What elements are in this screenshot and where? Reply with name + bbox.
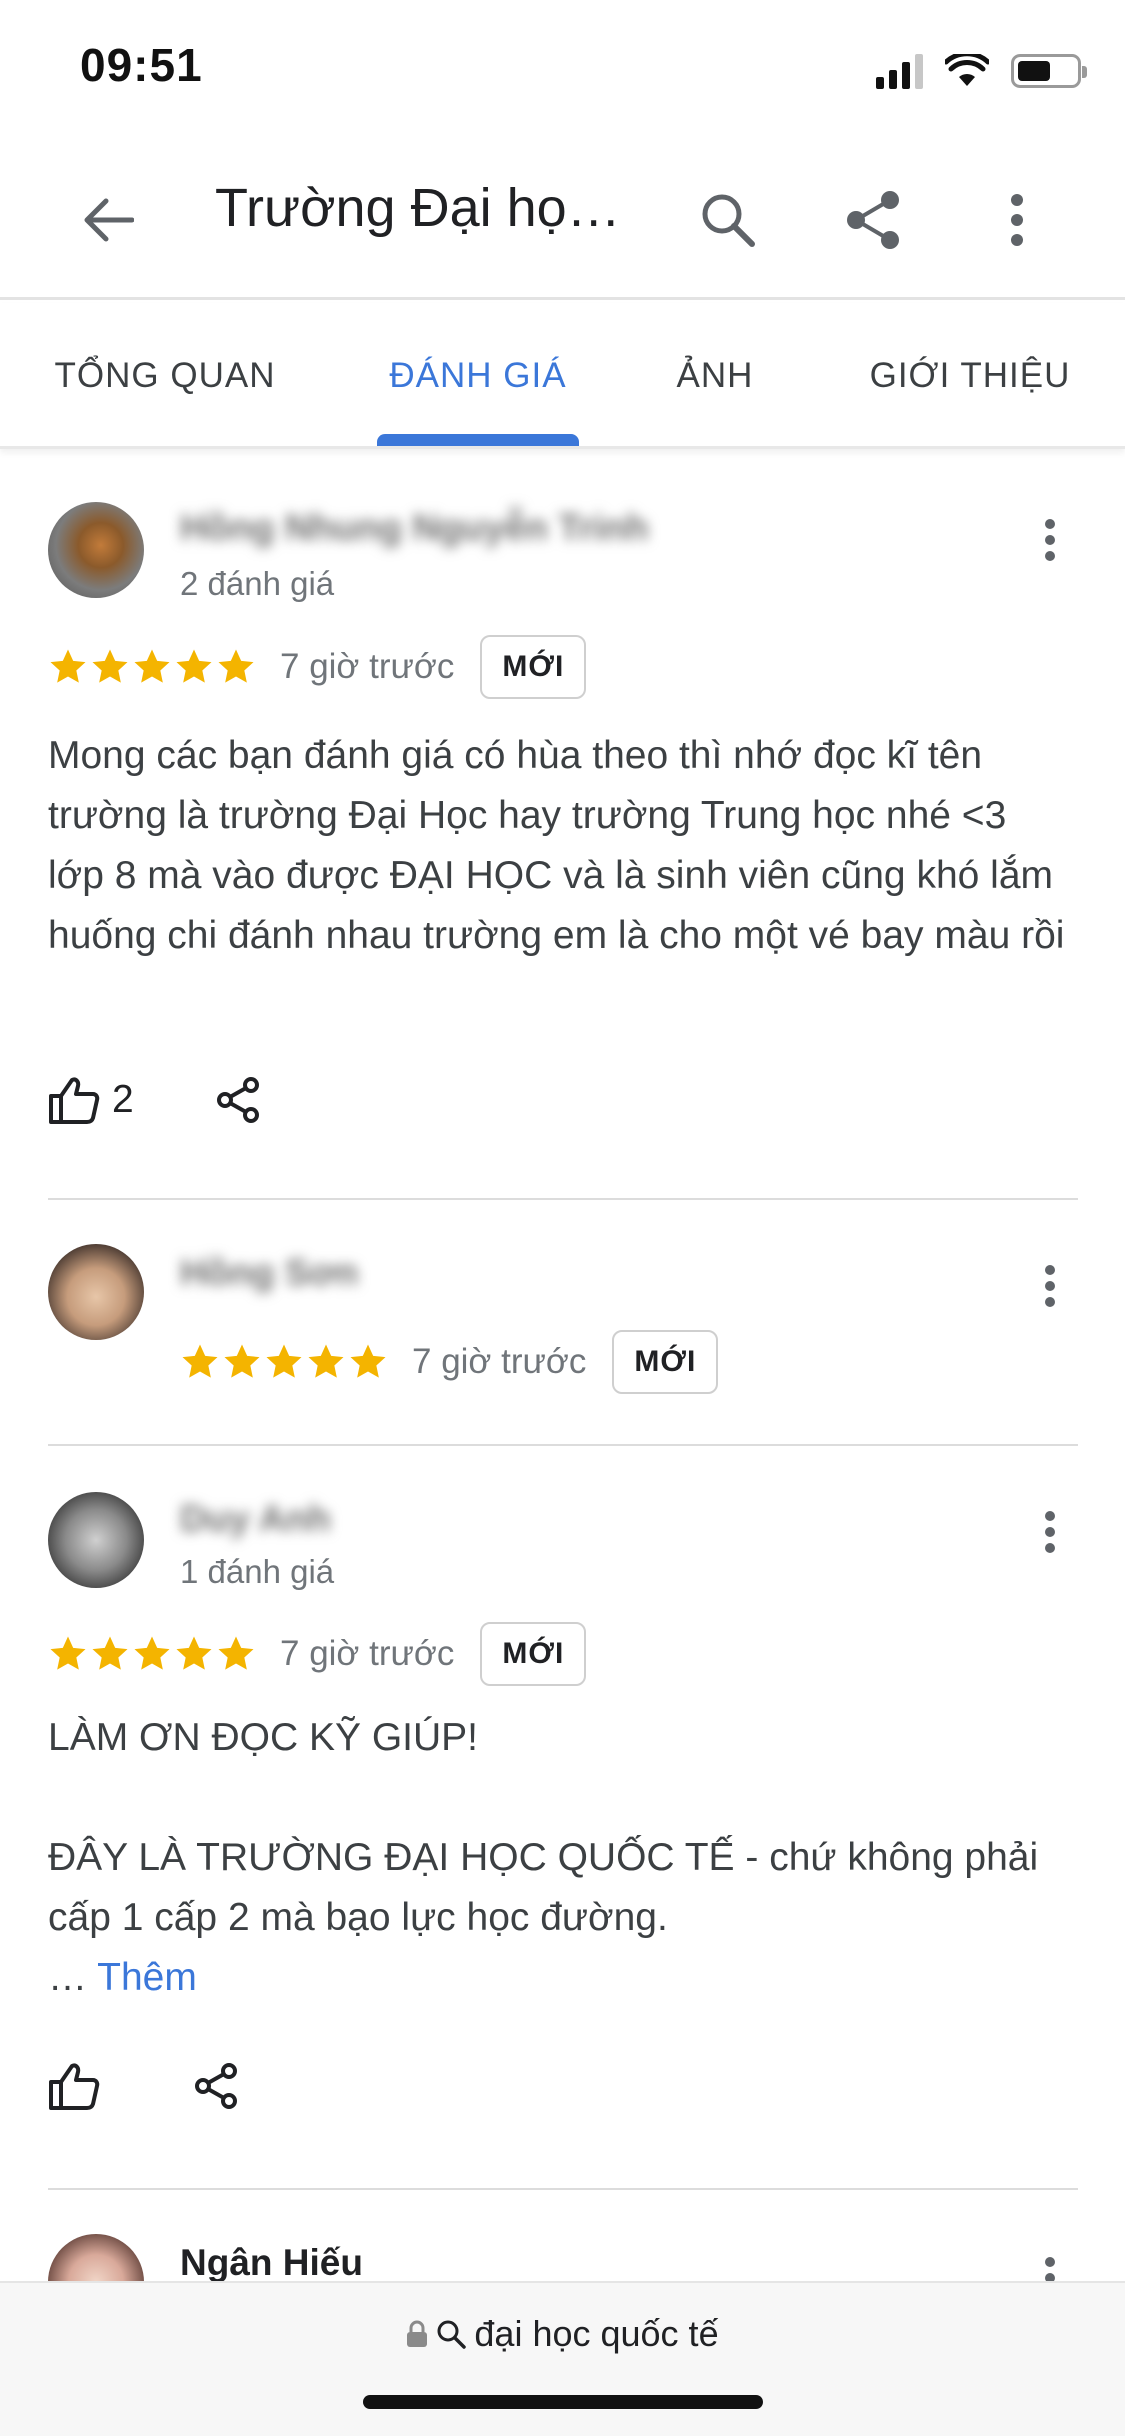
share-icon[interactable] bbox=[194, 2063, 238, 2109]
review-count: 1 đánh giá bbox=[180, 1553, 335, 1590]
reviewer-name[interactable]: Duy Anh bbox=[180, 1498, 331, 1540]
page-title: Trường Đại họ… bbox=[215, 178, 621, 238]
avatar[interactable] bbox=[48, 502, 144, 598]
review-more-button[interactable] bbox=[1030, 1246, 1070, 1326]
star-icon bbox=[176, 1636, 212, 1670]
new-badge: MỚI bbox=[480, 635, 587, 699]
new-badge: MỚI bbox=[480, 1622, 587, 1686]
star-icon bbox=[50, 649, 86, 683]
review-time: 7 giờ trước bbox=[280, 1634, 455, 1673]
arrow-left-icon bbox=[84, 198, 134, 242]
search-icon bbox=[437, 2320, 467, 2349]
share-icon bbox=[847, 191, 899, 249]
more-vert-icon bbox=[1045, 519, 1055, 561]
review-text-heading: LÀM ƠN ĐỌC KỸ GIÚP! bbox=[48, 1716, 479, 1759]
review-actions bbox=[48, 2056, 238, 2116]
star-icon bbox=[176, 649, 212, 683]
star-icon bbox=[134, 649, 170, 683]
star-icon bbox=[266, 1344, 302, 1378]
star-icon bbox=[92, 649, 128, 683]
rating-row: 7 giờ trước MỚI bbox=[48, 635, 587, 699]
more-vert-icon bbox=[1011, 194, 1023, 246]
thumbs-up-icon[interactable] bbox=[48, 1076, 100, 1124]
star-icon bbox=[134, 1636, 170, 1670]
star-rating bbox=[48, 647, 256, 687]
url-display[interactable]: đại học quốc tế bbox=[0, 2313, 1125, 2355]
divider bbox=[48, 1198, 1078, 1200]
review-count: 2 đánh giá bbox=[180, 565, 335, 602]
tab-reviews[interactable]: ĐÁNH GIÁ bbox=[367, 303, 589, 449]
read-more-link[interactable]: Thêm bbox=[97, 1956, 197, 1999]
star-icon bbox=[182, 1344, 218, 1378]
review-actions: 2 bbox=[48, 1070, 260, 1130]
status-icons bbox=[876, 46, 1087, 96]
reviewer-name[interactable]: Hồng Nhung Nguyễn Trinh bbox=[180, 507, 649, 549]
review-more-button[interactable] bbox=[1030, 1492, 1070, 1572]
tab-photos[interactable]: ẢNH bbox=[640, 303, 790, 449]
more-vert-icon bbox=[1045, 1265, 1055, 1307]
reviewer-name[interactable]: Ngân Hiếu bbox=[180, 2242, 363, 2284]
star-icon bbox=[224, 1344, 260, 1378]
review-time: 7 giờ trước bbox=[412, 1342, 587, 1381]
review-more-button[interactable] bbox=[1030, 500, 1070, 580]
divider bbox=[48, 2188, 1078, 2190]
battery-icon bbox=[1011, 54, 1087, 88]
tab-about[interactable]: GIỚI THIỆU bbox=[845, 303, 1095, 449]
more-vert-icon bbox=[1045, 1511, 1055, 1553]
review-text: Mong các bạn đánh giá có hùa theo thì nh… bbox=[48, 734, 1065, 957]
star-icon bbox=[50, 1636, 86, 1670]
star-rating bbox=[48, 1634, 256, 1674]
thumbs-up-icon[interactable] bbox=[48, 2062, 100, 2110]
wifi-icon bbox=[945, 54, 989, 86]
avatar[interactable] bbox=[48, 1492, 144, 1588]
star-icon bbox=[308, 1344, 344, 1378]
star-icon bbox=[218, 1636, 254, 1670]
status-time: 09:51 bbox=[80, 39, 203, 91]
avatar[interactable] bbox=[48, 1244, 144, 1340]
search-icon bbox=[702, 194, 755, 247]
app-bar: Trường Đại họ… bbox=[0, 140, 1125, 300]
star-icon bbox=[350, 1344, 386, 1378]
more-options-button[interactable] bbox=[967, 170, 1067, 270]
tab-bar: TỔNG QUAN ĐÁNH GIÁ ẢNH GIỚI THIỆU bbox=[0, 303, 1125, 449]
search-button[interactable] bbox=[678, 170, 778, 270]
share-button[interactable] bbox=[823, 170, 923, 270]
url-text: đại học quốc tế bbox=[474, 2313, 719, 2354]
divider bbox=[48, 1444, 1078, 1446]
review-text: ĐÂY LÀ TRƯỜNG ĐẠI HỌC QUỐC TẾ - chứ khôn… bbox=[48, 1836, 1039, 1939]
share-icon[interactable] bbox=[216, 1077, 260, 1123]
star-icon bbox=[92, 1636, 128, 1670]
back-button[interactable] bbox=[58, 170, 158, 270]
star-rating bbox=[180, 1342, 388, 1382]
browser-url-bar[interactable]: đại học quốc tế bbox=[0, 2281, 1125, 2436]
review-time: 7 giờ trước bbox=[280, 647, 455, 686]
rating-row: 7 giờ trước MỚI bbox=[48, 1622, 587, 1686]
tab-overview[interactable]: TỔNG QUAN bbox=[30, 303, 300, 449]
rating-row: 7 giờ trước MỚI bbox=[180, 1330, 719, 1394]
active-tab-indicator bbox=[377, 434, 579, 446]
reviewer-name[interactable]: Hồng Sơn bbox=[180, 1252, 358, 1294]
new-badge: MỚI bbox=[612, 1330, 719, 1394]
home-indicator[interactable] bbox=[363, 2395, 763, 2409]
review-text-truncation: … Thêm bbox=[48, 1948, 1068, 2008]
star-icon bbox=[218, 649, 254, 683]
cellular-signal-icon bbox=[876, 53, 923, 89]
like-count: 2 bbox=[112, 1078, 134, 1121]
lock-icon bbox=[407, 2320, 428, 2347]
ellipsis: … bbox=[48, 1956, 87, 1999]
status-bar: 09:51 bbox=[0, 0, 1125, 140]
